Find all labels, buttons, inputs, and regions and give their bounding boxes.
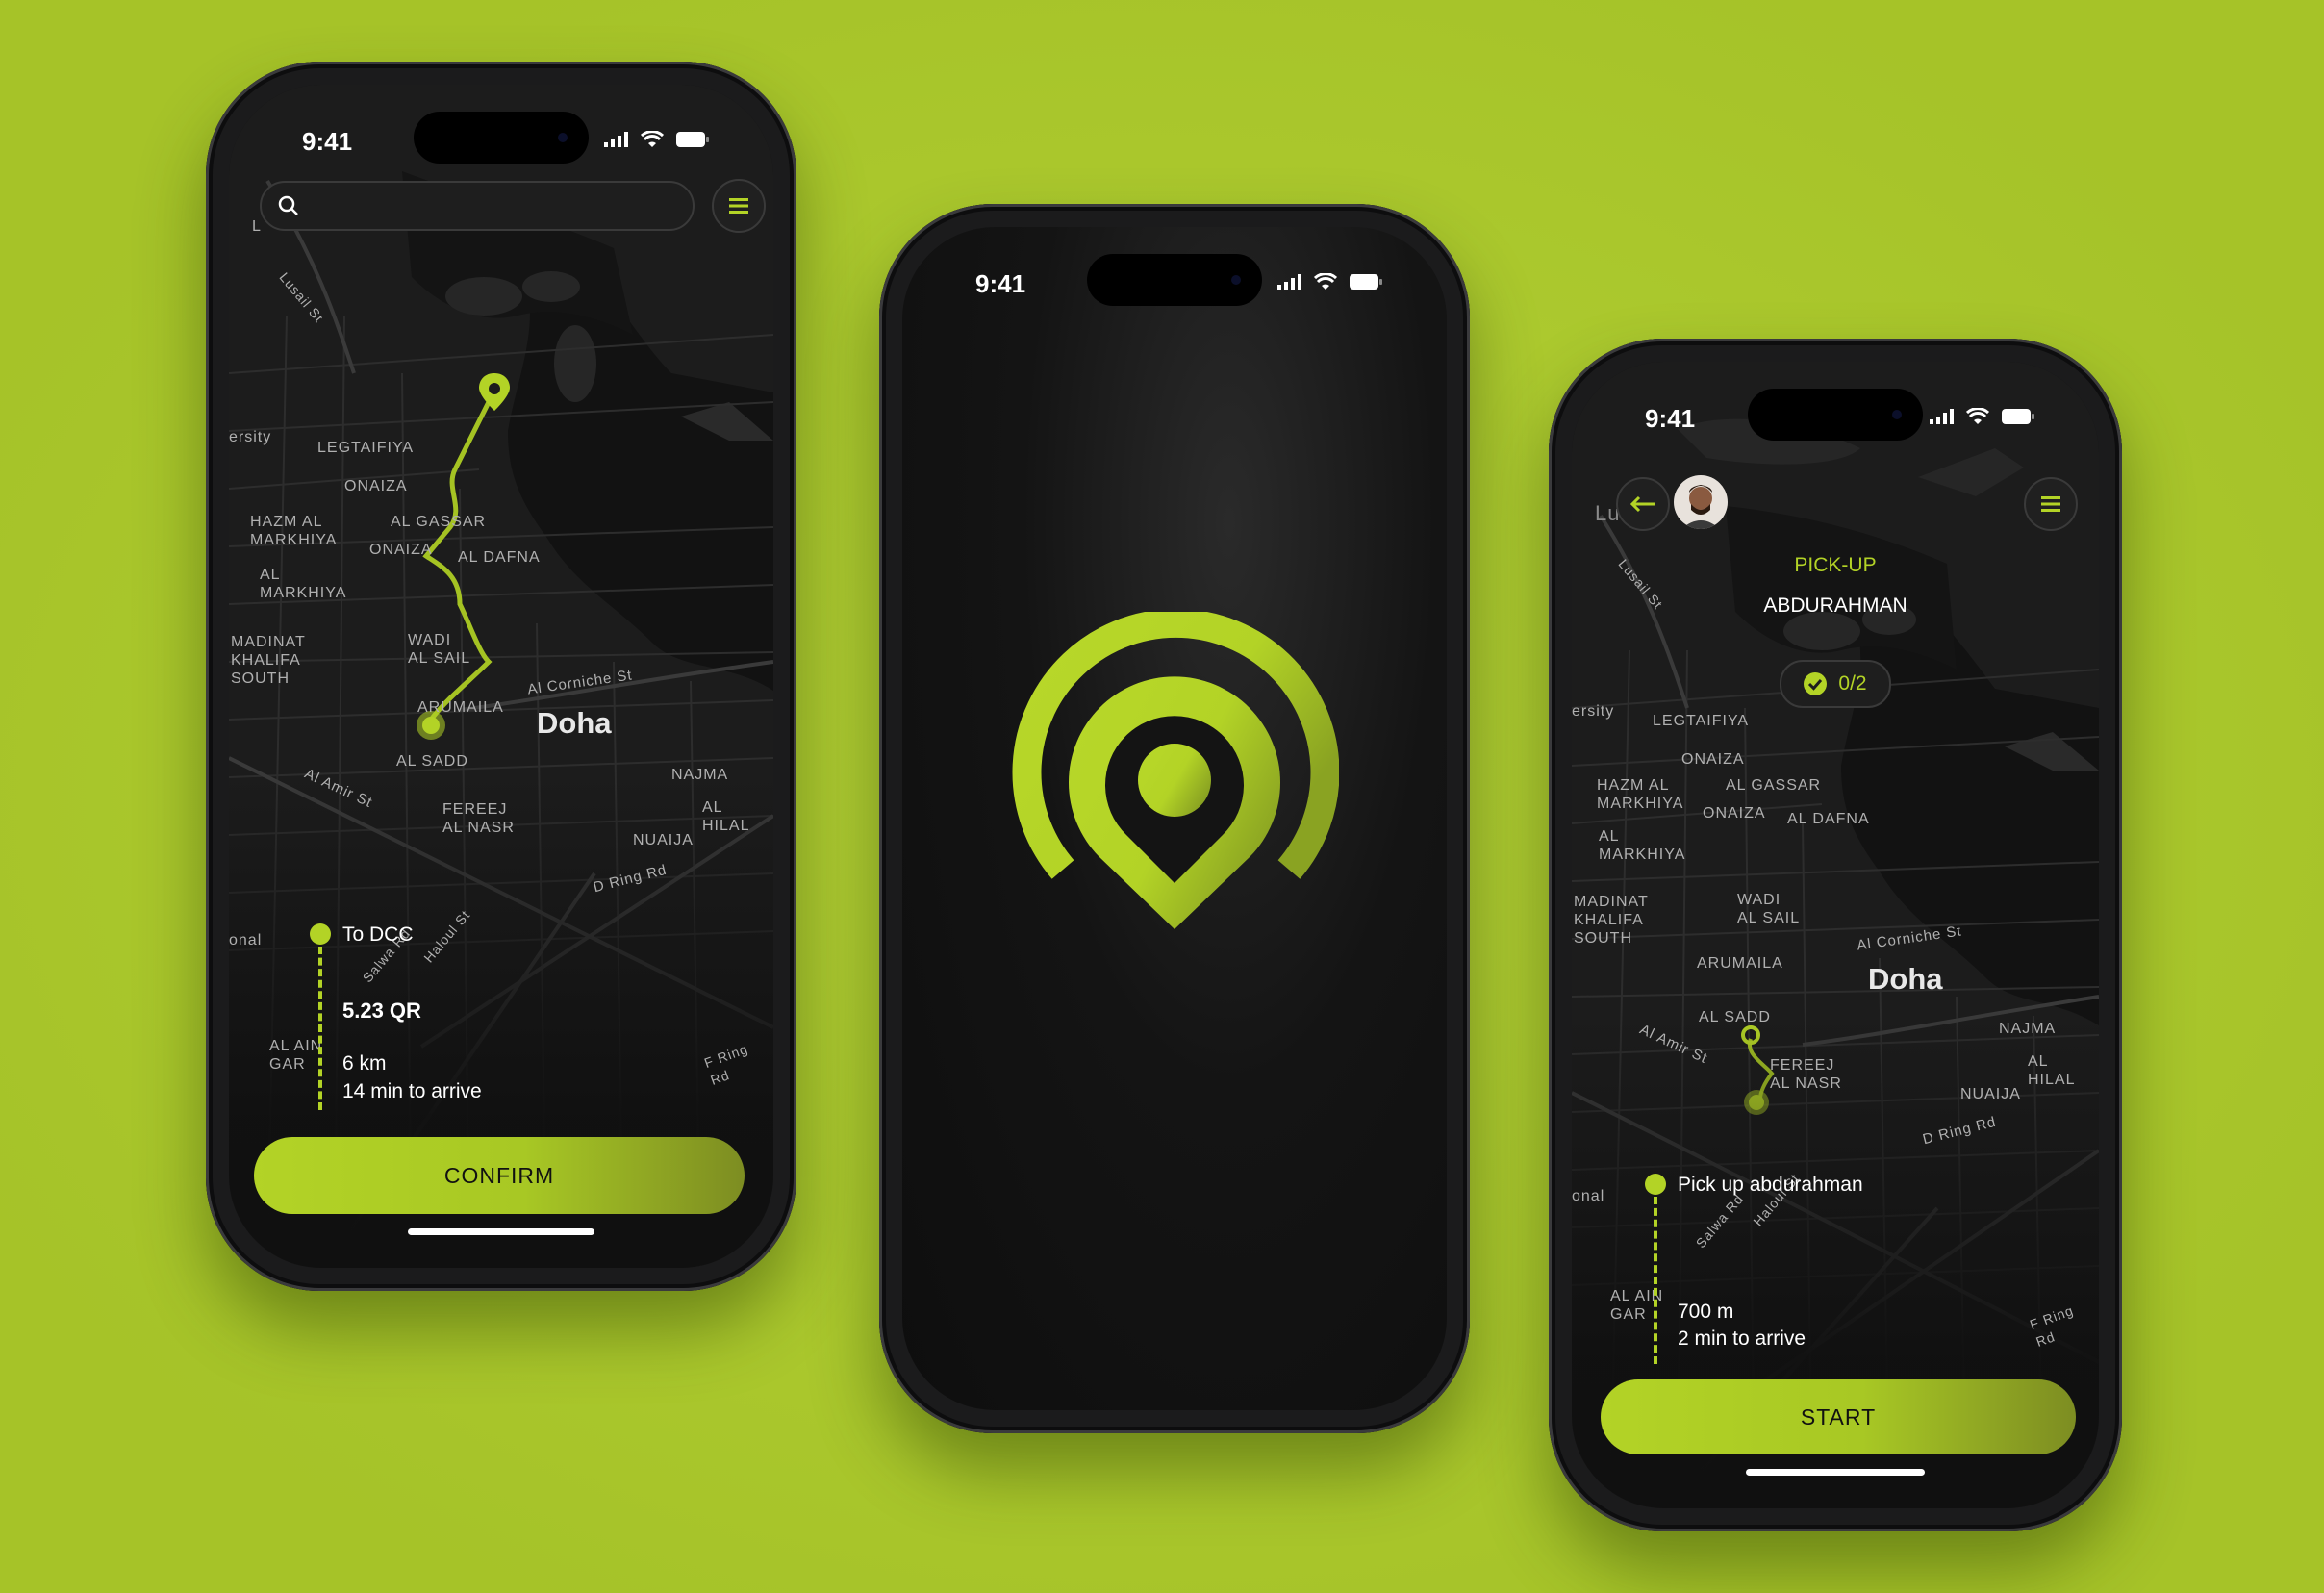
pickup-title: Pick up abdurahman [1678, 1174, 1863, 1196]
map-city-label: Doha [537, 706, 612, 740]
progress-badge: 0/2 [1780, 660, 1891, 708]
pickup-screen: Lu ersity LEGTAIFIYA ONAIZA HAZM AL MARK… [1572, 362, 2099, 1508]
map-screen: L ersity LEGTAIFIYA ONAIZA HAZM AL MARKH… [229, 85, 773, 1268]
map-label: ONAIZA [1703, 805, 1766, 822]
map-label: LEGTAIFIYA [317, 440, 415, 456]
wifi-icon [1314, 273, 1337, 290]
map-label: MADINAT KHALIFA SOUTH [1574, 894, 1649, 947]
map-label: AL GASSAR [391, 514, 487, 530]
start-button[interactable]: START [1601, 1379, 2076, 1454]
map-label: ONAIZA [344, 478, 408, 494]
map-label: AL GASSAR [1726, 777, 1822, 794]
map-label: AL DAFNA [1787, 811, 1870, 827]
map-label: NUAIJA [1960, 1086, 2021, 1102]
pickup-dot [1645, 1174, 1666, 1195]
hamburger-icon [729, 198, 748, 214]
map-label: ersity [1572, 703, 1615, 720]
avatar[interactable] [1674, 475, 1728, 529]
map-label: ONAIZA [1681, 751, 1745, 768]
map-label: AL HILAL [2028, 1053, 2076, 1088]
home-indicator[interactable] [1746, 1469, 1925, 1476]
map-label: NAJMA [1999, 1021, 2057, 1037]
status-icons [1277, 273, 1383, 291]
route-dashed-line [318, 947, 322, 1110]
map-label: onal [229, 932, 263, 948]
map-label: AL SADD [396, 753, 468, 770]
map-label: FEREEJ AL NASR [442, 801, 515, 836]
map-label: AL MARKHIYA [1599, 828, 1686, 863]
route-dashed-line [1654, 1197, 1657, 1364]
wifi-icon [1966, 408, 1989, 424]
back-button[interactable] [1616, 477, 1670, 531]
phone-left: L ersity LEGTAIFIYA ONAIZA HAZM AL MARKH… [206, 62, 796, 1291]
menu-button[interactable] [712, 179, 766, 233]
status-time: 9:41 [975, 269, 1026, 298]
trip-eta: 14 min to arrive [342, 1080, 482, 1102]
dynamic-island [1748, 389, 1923, 441]
splash-screen: 9:41 [902, 227, 1447, 1410]
map-label: onal [1572, 1188, 1605, 1204]
dynamic-island [414, 112, 589, 164]
search-icon [278, 195, 298, 215]
wifi-icon [641, 131, 664, 147]
map-label: NUAIJA [633, 832, 694, 848]
battery-icon [676, 132, 709, 147]
user-avatar-icon [1681, 485, 1720, 529]
map-label: FEREEJ AL NASR [1770, 1057, 1842, 1092]
status-time: 9:41 [1645, 404, 1696, 433]
phone-right: Lu ersity LEGTAIFIYA ONAIZA HAZM AL MARK… [1549, 339, 2122, 1531]
trip-price: 5.23 QR [342, 999, 421, 1023]
map-label: ARUMAILA [417, 699, 504, 716]
map-label: HAZM AL MARKHIYA [250, 514, 338, 548]
pickup-distance: 700 m [1678, 1301, 1734, 1323]
map-label: AL HILAL [702, 799, 750, 834]
map-label: AL DAFNA [458, 549, 541, 566]
signal-icon [604, 132, 628, 147]
map-label: AL AIN GAR [1610, 1288, 1664, 1323]
map-label: ersity [229, 429, 272, 445]
battery-icon [2002, 409, 2034, 424]
arrow-left-icon [1629, 495, 1655, 513]
map-city-label: Doha [1868, 962, 1943, 996]
camera [1231, 275, 1241, 285]
pickup-eta: 2 min to arrive [1678, 1328, 1806, 1350]
map-label: WADI AL SAIL [408, 632, 471, 667]
signal-icon [1277, 274, 1301, 290]
trip-distance: 6 km [342, 1052, 387, 1075]
menu-button[interactable] [2024, 477, 2078, 531]
map-label: LEGTAIFIYA [1653, 713, 1750, 729]
app-logo-icon [1012, 612, 1339, 929]
hamburger-icon [2041, 496, 2060, 512]
dynamic-island [1087, 254, 1262, 306]
home-indicator[interactable] [1081, 1371, 1268, 1378]
map-label: ARUMAILA [1697, 955, 1783, 972]
map-label: AL SADD [1699, 1009, 1771, 1025]
map-label: AL MARKHIYA [260, 567, 347, 601]
map-label: MADINAT KHALIFA SOUTH [231, 634, 306, 687]
check-circle-icon [1804, 672, 1828, 695]
status-icons [1930, 408, 2035, 425]
confirm-button[interactable]: CONFIRM [254, 1137, 745, 1214]
origin-dot [310, 923, 331, 945]
map-label: ONAIZA [369, 542, 433, 558]
trip-destination: To DCC [342, 923, 414, 946]
camera [1892, 410, 1902, 419]
home-indicator[interactable] [408, 1228, 594, 1235]
camera [558, 133, 568, 142]
battery-icon [1350, 274, 1382, 290]
phone-middle: 9:41 [879, 204, 1470, 1433]
map-label: WADI AL SAIL [1737, 892, 1801, 926]
progress-count: 0/2 [1838, 672, 1867, 695]
search-input[interactable] [260, 181, 695, 231]
map-label: L [252, 218, 262, 235]
status-icons [604, 131, 710, 148]
map-label: NAJMA [671, 767, 729, 783]
passenger-name: ABDURAHMAN [1763, 594, 1907, 617]
signal-icon [1930, 409, 1954, 424]
mode-label: PICK-UP [1794, 554, 1877, 576]
map-label: HAZM AL MARKHIYA [1597, 777, 1684, 812]
status-time: 9:41 [302, 127, 353, 156]
